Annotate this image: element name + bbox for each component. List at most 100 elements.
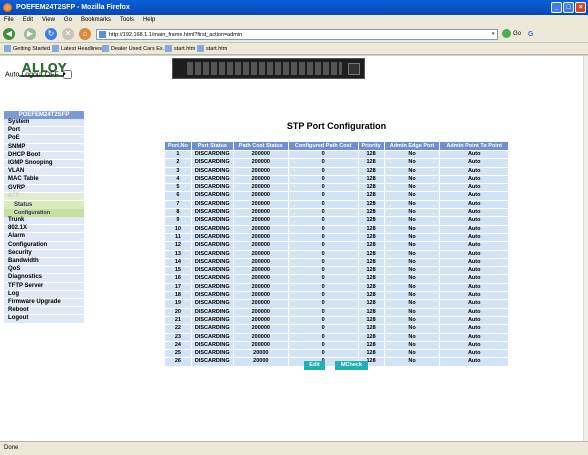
table-cell: 1 bbox=[164, 149, 192, 160]
table-cell: No bbox=[383, 315, 441, 326]
table-cell: Auto bbox=[439, 291, 509, 301]
page-icon bbox=[99, 31, 106, 38]
page-scrollbar[interactable] bbox=[583, 56, 588, 441]
column-header-admin-edge-port: Admin Edge Port bbox=[383, 141, 441, 151]
table-cell: 200000 bbox=[232, 174, 289, 185]
url-input[interactable]: http://192.168.1.1/main_frame.html?first… bbox=[96, 29, 498, 40]
table-cell: DISCARDING bbox=[190, 208, 234, 218]
bookmark-getting-started[interactable]: Getting Started bbox=[4, 43, 50, 55]
sidebar-item-port[interactable]: Port bbox=[4, 127, 84, 136]
menu-view[interactable]: View bbox=[42, 15, 55, 26]
table-cell: 200000 bbox=[232, 216, 289, 226]
table-cell: No bbox=[383, 208, 441, 218]
table-cell: 128 bbox=[357, 183, 385, 193]
menu-tools[interactable]: Tools bbox=[120, 15, 134, 26]
table-cell: No bbox=[383, 149, 441, 160]
table-cell: 200000 bbox=[232, 224, 289, 234]
table-cell: 0 bbox=[287, 174, 359, 185]
table-cell: No bbox=[383, 257, 441, 268]
auto-logout-select[interactable] bbox=[62, 70, 72, 79]
back-icon[interactable]: ◀ bbox=[3, 28, 15, 40]
sidebar-subitem-configuration[interactable]: Configuration bbox=[4, 209, 84, 218]
sidebar-item-alarm[interactable]: Alarm bbox=[4, 233, 84, 242]
menu-go[interactable]: Go bbox=[64, 15, 72, 26]
close-button[interactable]: × bbox=[575, 2, 586, 13]
table-cell: 0 bbox=[287, 158, 359, 168]
sidebar-item-diagnostics[interactable]: Diagnostics bbox=[4, 274, 84, 283]
status-text: Done bbox=[4, 445, 19, 451]
bookmark-start-1[interactable]: start.htm bbox=[165, 43, 195, 55]
sidebar-title: POEFEM24T2SFP bbox=[4, 111, 84, 119]
table-cell: 0 bbox=[287, 224, 359, 234]
go-button[interactable]: Go bbox=[502, 29, 521, 40]
home-icon[interactable]: ⌂ bbox=[79, 28, 91, 40]
sidebar-item-configuration[interactable]: Configuration bbox=[4, 241, 84, 250]
table-cell: Auto bbox=[439, 266, 509, 276]
url-dropdown-icon[interactable]: ▾ bbox=[492, 30, 498, 39]
table-cell: 128 bbox=[357, 307, 385, 317]
table-cell: 15 bbox=[164, 266, 192, 276]
sidebar-item-mac-table[interactable]: MAC Table bbox=[4, 176, 84, 185]
table-cell: No bbox=[383, 349, 441, 359]
sidebar-item-dhcp-boot[interactable]: DHCP Boot bbox=[4, 151, 84, 161]
reload-icon[interactable]: ↻ bbox=[45, 28, 57, 40]
table-cell: DISCARDING bbox=[190, 274, 234, 284]
sidebar-item-system[interactable]: System bbox=[4, 119, 84, 128]
table-cell: 25 bbox=[164, 349, 192, 359]
table-row: 25 DISCARDING 20000 0 128 No Auto bbox=[164, 349, 509, 359]
table-row: 3 DISCARDING 200000 0 128 No Auto bbox=[164, 166, 509, 176]
bookmarks-bar: Getting Started Latest Headlines Dealer … bbox=[0, 43, 588, 55]
minimize-button[interactable]: _ bbox=[551, 2, 562, 13]
edit-button[interactable]: Edit bbox=[304, 361, 325, 370]
sidebar-item-poe[interactable]: PoE bbox=[4, 135, 84, 144]
search-engine-icon[interactable]: G bbox=[528, 31, 536, 39]
sidebar-item-gvrp[interactable]: GVRP bbox=[4, 184, 84, 193]
bookmark-start-2[interactable]: start.htm bbox=[197, 43, 227, 55]
menu-file[interactable]: File bbox=[4, 15, 14, 26]
sidebar-item-stp[interactable]: STP bbox=[4, 192, 84, 202]
bookmark-latest-headlines[interactable]: Latest Headlines bbox=[52, 43, 102, 55]
table-row: 12 DISCARDING 200000 0 128 No Auto bbox=[164, 241, 509, 251]
sidebar-item-bandwidth[interactable]: Bandwidth bbox=[4, 258, 84, 267]
sidebar-item-snmp[interactable]: SNMP bbox=[4, 143, 84, 152]
forward-icon[interactable]: ▶ bbox=[24, 28, 36, 40]
sidebar-item-logout[interactable]: Logout bbox=[4, 315, 84, 324]
table-cell: DISCARDING bbox=[190, 249, 234, 259]
sidebar-item-trunk[interactable]: Trunk bbox=[4, 217, 84, 226]
table-cell: 0 bbox=[287, 199, 359, 210]
sidebar-subitem-status[interactable]: Status bbox=[4, 201, 84, 210]
table-cell: 3 bbox=[164, 166, 192, 176]
sidebar-item-log[interactable]: Log bbox=[4, 290, 84, 300]
sidebar-item-igmp-snooping[interactable]: IGMP Snooping bbox=[4, 160, 84, 169]
table-cell: DISCARDING bbox=[190, 199, 234, 210]
table-cell: Auto bbox=[439, 241, 509, 251]
table-cell: Auto bbox=[439, 232, 509, 243]
firefox-icon bbox=[3, 3, 12, 12]
sidebar-item-qos[interactable]: QoS bbox=[4, 266, 84, 275]
menu-help[interactable]: Help bbox=[143, 15, 155, 26]
sidebar-item-vlan[interactable]: VLAN bbox=[4, 168, 84, 177]
sfp-port bbox=[348, 63, 360, 75]
table-cell: DISCARDING bbox=[190, 340, 234, 351]
table-cell: DISCARDING bbox=[190, 191, 234, 201]
table-cell: 200000 bbox=[232, 249, 289, 259]
maximize-button[interactable]: □ bbox=[563, 2, 574, 13]
table-cell: No bbox=[383, 216, 441, 226]
table-cell: DISCARDING bbox=[190, 291, 234, 301]
menu-edit[interactable]: Edit bbox=[23, 15, 33, 26]
table-cell: 0 bbox=[287, 340, 359, 351]
sidebar-item-security[interactable]: Security bbox=[4, 249, 84, 259]
table-cell: DISCARDING bbox=[190, 299, 234, 309]
sidebar-item-8021x[interactable]: 802.1X bbox=[4, 225, 84, 234]
stop-icon[interactable]: ✕ bbox=[62, 28, 74, 40]
sidebar-item-reboot[interactable]: Reboot bbox=[4, 307, 84, 316]
table-cell: 128 bbox=[357, 257, 385, 268]
sidebar-item-tftp-server[interactable]: TFTP Server bbox=[4, 282, 84, 291]
table-cell: No bbox=[383, 266, 441, 276]
bookmark-dealer-used-cars[interactable]: Dealer Used Cars Ex... bbox=[102, 43, 167, 55]
menu-bookmarks[interactable]: Bookmarks bbox=[81, 15, 111, 26]
sidebar-item-firmware-upgrade[interactable]: Firmware Upgrade bbox=[4, 299, 84, 308]
mcheck-button[interactable]: MCheck bbox=[335, 361, 368, 370]
table-row: 21 DISCARDING 200000 0 128 No Auto bbox=[164, 315, 509, 326]
table-cell: DISCARDING bbox=[190, 224, 234, 234]
